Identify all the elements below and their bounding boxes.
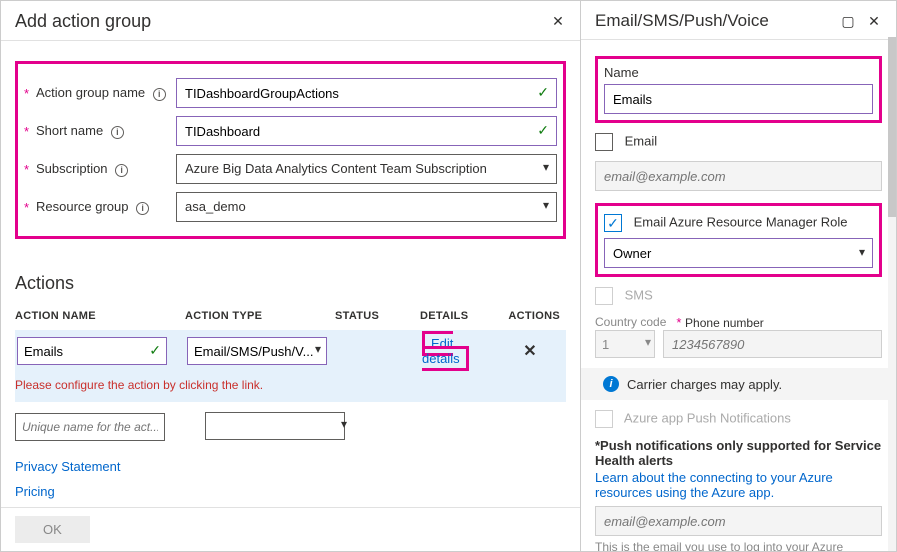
name-input[interactable]	[604, 84, 873, 114]
name-label: Name	[604, 65, 873, 80]
phone-label: Phone number	[685, 316, 764, 330]
sms-checkbox[interactable]	[595, 287, 613, 305]
sms-label: SMS	[625, 287, 653, 302]
push-checkbox[interactable]	[595, 410, 613, 428]
action-row: ✓ Email/SMS/Push/V... ▾ Edit details ✕	[15, 330, 566, 372]
maximize-icon[interactable]: ▢	[840, 13, 856, 29]
form-highlight-box: * Action group name i ✓ * Short name i	[15, 61, 566, 239]
col-status: STATUS	[335, 310, 420, 322]
push-note: *Push notifications only supported for S…	[595, 438, 882, 468]
arm-role-checkbox[interactable]: ✓	[604, 214, 622, 232]
email-label: Email	[625, 133, 658, 148]
delete-action-button[interactable]: ✕	[500, 341, 560, 361]
push-email-input[interactable]	[595, 506, 882, 536]
privacy-link[interactable]: Privacy Statement	[15, 459, 566, 474]
right-panel-header: Email/SMS/Push/Voice ▢ ✕	[581, 1, 896, 40]
close-icon[interactable]: ✕	[550, 14, 566, 30]
col-details: DETAILS	[420, 310, 500, 322]
right-panel-title: Email/SMS/Push/Voice	[595, 11, 769, 31]
action-group-name-input[interactable]	[176, 78, 557, 108]
action-name-input[interactable]	[17, 337, 167, 365]
left-panel-title: Add action group	[15, 11, 151, 32]
country-code-select[interactable]: 1	[595, 330, 655, 358]
action-group-name-label: Action group name i	[36, 85, 176, 101]
required-marker: *	[24, 86, 32, 101]
info-icon: i	[603, 376, 619, 392]
ok-button[interactable]: OK	[15, 516, 90, 543]
action-type-select[interactable]: Email/SMS/Push/V...	[187, 337, 327, 365]
edit-details-link[interactable]: Edit details	[422, 331, 469, 371]
scrollbar-thumb[interactable]	[888, 37, 896, 217]
subscription-label: Subscription i	[36, 161, 176, 177]
push-hint: This is the email you use to log into yo…	[595, 540, 882, 551]
short-name-input[interactable]	[176, 116, 557, 146]
empty-action-row: ▾	[15, 412, 566, 441]
info-icon[interactable]: i	[153, 88, 166, 101]
info-icon[interactable]: i	[136, 202, 149, 215]
new-action-name-input[interactable]	[15, 413, 165, 441]
actions-section-title: Actions	[15, 273, 566, 294]
pricing-link[interactable]: Pricing	[15, 484, 566, 499]
resource-group-select[interactable]: asa_demo	[176, 192, 557, 222]
phone-input[interactable]	[663, 330, 882, 358]
push-learn-link[interactable]: Learn about the connecting to your Azure…	[595, 470, 882, 500]
col-action-name: ACTION NAME	[15, 310, 185, 322]
check-icon: ✓	[537, 122, 549, 139]
short-name-label: Short name i	[36, 123, 176, 139]
carrier-notice: i Carrier charges may apply.	[581, 368, 896, 400]
subscription-select[interactable]: Azure Big Data Analytics Content Team Su…	[176, 154, 557, 184]
resource-group-label: Resource group i	[36, 199, 176, 215]
arm-role-select[interactable]: Owner	[604, 238, 873, 268]
check-icon: ✓	[149, 342, 161, 359]
close-icon[interactable]: ✕	[866, 13, 882, 29]
info-icon[interactable]: i	[115, 164, 128, 177]
country-code-label: Country code	[595, 315, 666, 329]
arm-role-highlight: ✓ Email Azure Resource Manager Role Owne…	[595, 203, 882, 277]
scrollbar[interactable]	[888, 37, 896, 551]
left-panel-header: Add action group ✕	[1, 1, 580, 41]
info-icon[interactable]: i	[111, 126, 124, 139]
actions-table-header: ACTION NAME ACTION TYPE STATUS DETAILS A…	[15, 302, 566, 330]
col-actions: ACTIONS	[500, 310, 560, 322]
push-label: Azure app Push Notifications	[624, 410, 791, 425]
arm-role-label: Email Azure Resource Manager Role	[634, 214, 848, 229]
check-icon: ✓	[537, 84, 549, 101]
email-input[interactable]	[595, 161, 882, 191]
name-highlight: Name	[595, 56, 882, 123]
action-warning: Please configure the action by clicking …	[15, 372, 566, 402]
new-action-type-select[interactable]	[205, 412, 345, 440]
col-action-type: ACTION TYPE	[185, 310, 335, 322]
email-checkbox[interactable]	[595, 133, 613, 151]
